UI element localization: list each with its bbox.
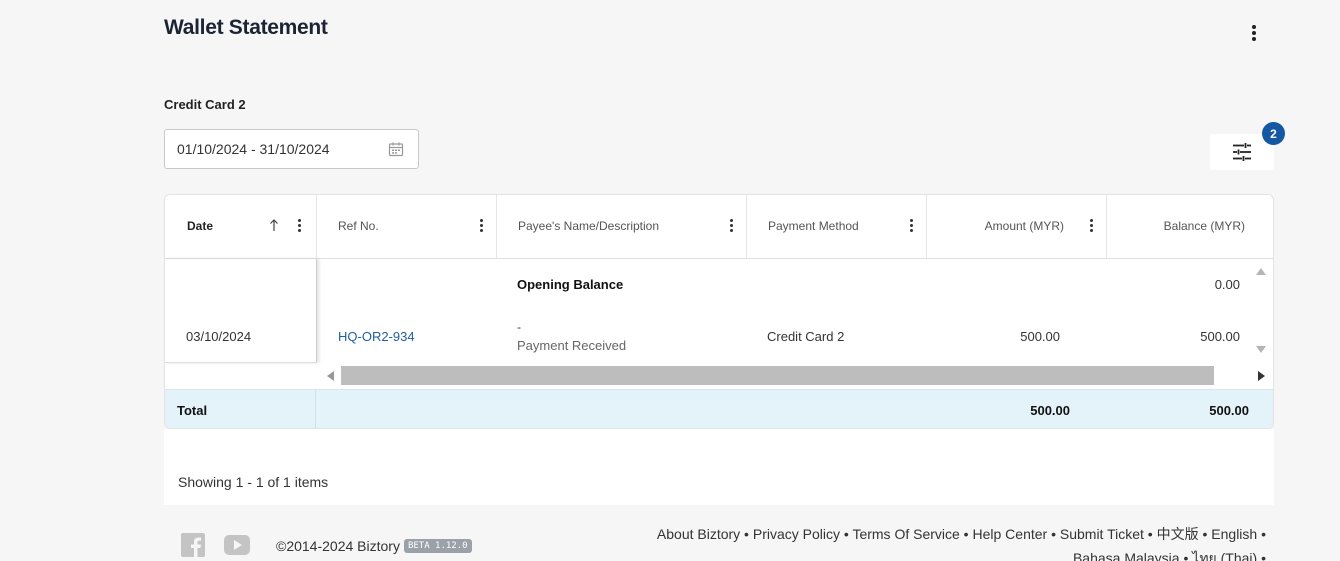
footer-link-malay[interactable]: Bahasa Malaysia	[1073, 550, 1180, 561]
total-label-cell: Total	[165, 390, 316, 428]
footer-link-ticket[interactable]: Submit Ticket	[1060, 526, 1144, 542]
total-amount: 500.00	[1030, 403, 1070, 418]
more-options-button[interactable]	[1244, 22, 1264, 44]
payee-description: Payment Received	[517, 338, 627, 353]
dot	[1252, 31, 1256, 35]
opening-balance-label: Opening Balance	[517, 277, 624, 292]
payee-name: -	[517, 320, 521, 334]
date-range-input[interactable]: 01/10/2024 - 31/10/2024	[164, 129, 419, 169]
dot	[1252, 25, 1256, 29]
facebook-icon[interactable]	[181, 533, 205, 557]
date-range-value: 01/10/2024 - 31/10/2024	[177, 141, 330, 157]
column-menu-icon[interactable]	[477, 219, 485, 233]
version-badge: BETA 1.12.0	[403, 539, 472, 553]
scroll-up-icon[interactable]	[1256, 268, 1266, 275]
scroll-right-icon[interactable]	[1258, 371, 1265, 381]
footer-link-english[interactable]: English	[1211, 526, 1257, 542]
amount-cell: 500.00	[1020, 329, 1060, 344]
column-label: Date	[187, 219, 214, 233]
column-header-payee[interactable]: Payee's Name/Description	[497, 195, 747, 259]
column-label: Payee's Name/Description	[518, 219, 660, 233]
statement-table: Date Ref No. Payee's Name/Description Pa…	[164, 194, 1274, 429]
column-label: Ref No.	[338, 219, 379, 233]
column-header-date[interactable]: Date	[165, 195, 317, 259]
column-label: Payment Method	[768, 219, 859, 233]
column-menu-icon[interactable]	[727, 219, 735, 233]
column-header-amount[interactable]: Amount (MYR)	[927, 195, 1107, 259]
date-cell: 03/10/2024	[186, 329, 252, 344]
copyright-text: ©2014-2024 Biztory	[276, 538, 400, 554]
vertical-scrollbar[interactable]	[1248, 259, 1273, 362]
filter-count-badge: 2	[1262, 122, 1285, 145]
column-label: Amount (MYR)	[984, 219, 1064, 233]
column-menu-icon[interactable]	[1087, 219, 1095, 233]
column-header-ref[interactable]: Ref No.	[317, 195, 497, 259]
frozen-date-column: 03/10/2024	[165, 259, 317, 363]
copyright: ©2014-2024 Biztory BETA 1.12.0	[276, 538, 472, 554]
wallet-name: Credit Card 2	[164, 97, 246, 112]
ref-link[interactable]: HQ-OR2-934	[338, 329, 415, 344]
footer-links: About Biztory • Privacy Policy • Terms O…	[566, 522, 1266, 561]
total-balance: 500.00	[1209, 403, 1249, 418]
footer-link-chinese[interactable]: 中文版	[1157, 526, 1199, 542]
filter-sliders-icon	[1233, 143, 1251, 161]
column-header-balance[interactable]: Balance (MYR)	[1107, 195, 1273, 259]
pager-info: Showing 1 - 1 of 1 items	[178, 474, 329, 490]
sort-ascending-icon[interactable]	[269, 218, 279, 232]
column-label: Balance (MYR)	[1163, 219, 1245, 233]
page-title: Wallet Statement	[164, 16, 328, 39]
opening-balance-value: 0.00	[1214, 277, 1240, 292]
column-menu-icon[interactable]	[907, 219, 915, 233]
payment-method-cell: Credit Card 2	[767, 329, 845, 344]
column-menu-icon[interactable]	[295, 219, 303, 233]
calendar-icon[interactable]	[388, 141, 404, 157]
dot	[1252, 37, 1256, 41]
scroll-down-icon[interactable]	[1256, 346, 1266, 353]
total-label: Total	[177, 403, 208, 418]
total-row: Total 500.00 500.00	[165, 389, 1273, 428]
horizontal-scrollbar[interactable]	[317, 363, 1273, 389]
scrollbar-thumb[interactable]	[341, 366, 1214, 385]
balance-cell: 500.00	[1200, 329, 1240, 344]
footer-link-privacy[interactable]: Privacy Policy	[753, 526, 840, 542]
scroll-left-icon[interactable]	[327, 371, 334, 381]
footer-link-about[interactable]: About Biztory	[657, 526, 740, 542]
footer-link-help[interactable]: Help Center	[972, 526, 1047, 542]
column-header-method[interactable]: Payment Method	[747, 195, 927, 259]
pager: Showing 1 - 1 of 1 items	[164, 429, 1274, 505]
youtube-icon[interactable]	[223, 534, 251, 556]
footer-link-thai[interactable]: ไทย (Thai)	[1192, 550, 1257, 561]
footer-link-terms[interactable]: Terms Of Service	[852, 526, 959, 542]
